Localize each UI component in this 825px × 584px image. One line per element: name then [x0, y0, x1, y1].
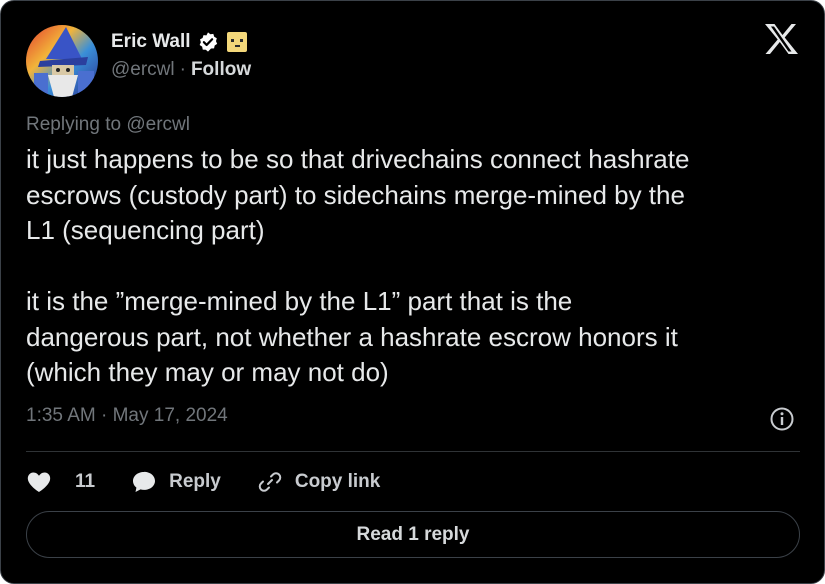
verified-badge-icon: [199, 32, 217, 52]
info-icon[interactable]: [769, 406, 795, 432]
copy-link-button[interactable]: Copy link: [257, 469, 381, 495]
face-emoji-icon: [226, 32, 247, 52]
copy-link-label: Copy link: [294, 471, 381, 492]
divider: [26, 451, 800, 452]
read-replies-label: Read 1 reply: [356, 523, 470, 545]
like-count: 11: [75, 471, 96, 492]
tweet-card: Eric Wall @ercwl · Follow Replying to @e…: [0, 0, 825, 584]
read-replies-button[interactable]: Read 1 reply: [26, 511, 800, 558]
reply-button[interactable]: Reply: [131, 469, 221, 495]
author-name[interactable]: Eric Wall: [111, 31, 191, 53]
action-bar: 11 Reply Copy link: [26, 467, 416, 497]
speech-bubble-icon: [133, 471, 156, 492]
separator-dot: ·: [179, 59, 186, 80]
follow-button[interactable]: Follow: [191, 59, 251, 81]
author-name-row: Eric Wall: [111, 29, 248, 55]
handle-row: @ercwl · Follow: [111, 58, 251, 82]
like-button[interactable]: 11: [26, 469, 95, 495]
tweet-timestamp[interactable]: 1:35 AM · May 17, 2024: [26, 405, 228, 427]
reply-context[interactable]: Replying to @ercwl: [26, 114, 190, 136]
reply-label: Reply: [169, 471, 221, 492]
heart-icon: [27, 472, 51, 492]
link-icon: [258, 472, 282, 492]
avatar[interactable]: [26, 25, 98, 97]
author-handle[interactable]: @ercwl: [111, 59, 175, 81]
tweet-text: it just happens to be so that drivechain…: [26, 144, 690, 387]
x-logo-icon[interactable]: [763, 23, 799, 55]
